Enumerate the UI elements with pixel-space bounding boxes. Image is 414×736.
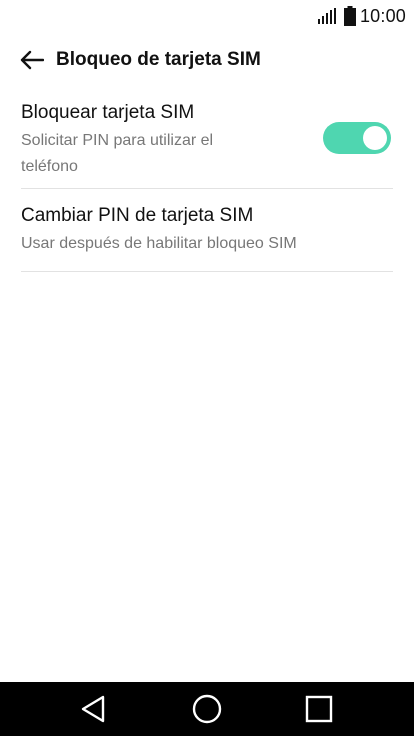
screen: 10:00 Bloqueo de tarjeta SIM Bloquear ta… xyxy=(0,0,414,736)
arrow-left-icon xyxy=(20,50,44,70)
battery-icon xyxy=(343,6,356,26)
change-pin-title: Cambiar PIN de tarjeta SIM xyxy=(21,205,254,226)
sim-lock-item[interactable]: Bloquear tarjeta SIM Solicitar PIN para … xyxy=(21,92,393,189)
recents-square-icon xyxy=(305,695,333,723)
sim-lock-toggle[interactable] xyxy=(323,122,391,154)
sim-lock-title: Bloquear tarjeta SIM xyxy=(21,102,195,123)
nav-recents-button[interactable] xyxy=(289,682,349,736)
navigation-bar xyxy=(0,682,414,736)
toolbar: Bloqueo de tarjeta SIM xyxy=(0,40,414,80)
change-pin-subtitle: Usar después de habilitar bloqueo SIM xyxy=(21,235,297,252)
back-button[interactable] xyxy=(12,40,52,80)
change-pin-item[interactable]: Cambiar PIN de tarjeta SIM Usar después … xyxy=(21,189,393,272)
back-triangle-icon xyxy=(81,695,105,723)
status-time: 10:00 xyxy=(359,5,406,26)
toggle-knob xyxy=(363,126,387,150)
nav-back-button[interactable] xyxy=(63,682,123,736)
nav-home-button[interactable] xyxy=(177,682,237,736)
sim-lock-subtitle: Solicitar PIN para utilizar el teléfono xyxy=(21,132,214,175)
page-title: Bloqueo de tarjeta SIM xyxy=(56,49,261,70)
settings-list: Bloquear tarjeta SIM Solicitar PIN para … xyxy=(21,92,393,272)
home-circle-icon xyxy=(192,694,222,724)
signal-icon xyxy=(317,8,336,24)
status-bar: 10:00 xyxy=(0,0,414,32)
